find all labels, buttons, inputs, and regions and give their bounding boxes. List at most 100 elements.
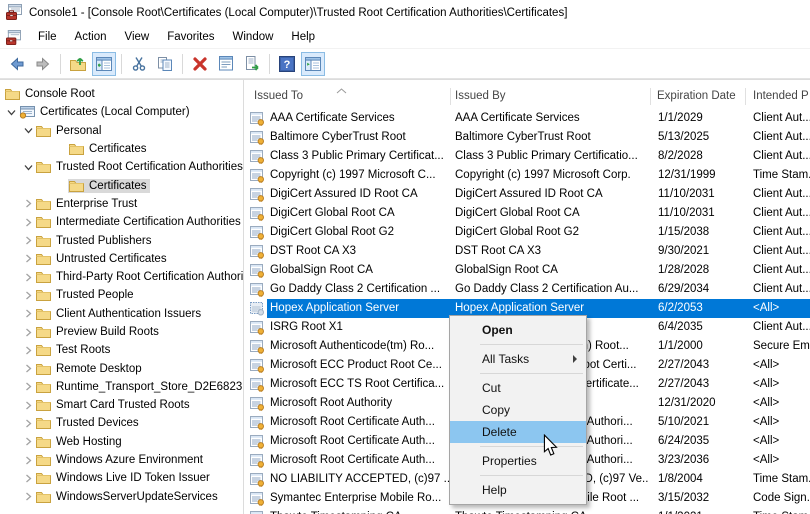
certificate-icon-ghost <box>250 302 265 316</box>
export-list-button[interactable] <box>240 52 264 76</box>
list-row-copyright-c-1997-microsoft-c[interactable]: Copyright (c) 1997 Microsoft C... Copyrig… <box>246 166 810 185</box>
menu-window[interactable]: Window <box>224 28 283 46</box>
cut-button[interactable] <box>127 52 151 76</box>
up-one-level-button[interactable] <box>66 52 90 76</box>
menu-help[interactable]: Help <box>282 28 324 46</box>
tree-item-smart-card-trusted-roots[interactable]: Smart Card Trusted Roots <box>0 396 243 414</box>
context-menu-help[interactable]: Help <box>450 479 586 501</box>
context-menu-all-tasks[interactable]: All Tasks <box>450 348 586 370</box>
expand-chevron[interactable] <box>21 492 35 501</box>
tree-item-windows-azure-environment[interactable]: Windows Azure Environment <box>0 451 243 469</box>
tree-item-windows-live-id-token-issuer[interactable]: Windows Live ID Token Issuer <box>0 469 243 487</box>
column-divider[interactable] <box>650 88 651 105</box>
context-menu-properties-label: Properties <box>482 454 537 468</box>
expand-chevron[interactable] <box>21 474 35 483</box>
certificates-snapin-icon <box>19 105 35 119</box>
column-header-intended-purposes[interactable]: Intended Purposes <box>753 85 809 107</box>
collapse-chevron[interactable] <box>21 126 35 135</box>
list-row-class-3-public-primary-certificat[interactable]: Class 3 Public Primary Certificat... Clas… <box>246 147 810 166</box>
help-button[interactable]: ? <box>275 52 299 76</box>
certificate-icon <box>250 435 265 449</box>
context-menu-open[interactable]: Open <box>450 319 586 341</box>
expand-chevron[interactable] <box>21 199 35 208</box>
tree-item-preview-build-roots[interactable]: Preview Build Roots <box>0 323 243 341</box>
menu-favorites[interactable]: Favorites <box>158 28 223 46</box>
column-header-issued-by[interactable]: Issued By <box>455 85 645 107</box>
intended-purposes-cell: Secure Em... <box>753 340 810 352</box>
tree-item-enterprise-trust[interactable]: Enterprise Trust <box>0 195 243 213</box>
list-row-digicert-global-root-g2[interactable]: DigiCert Global Root G2 DigiCert Global R… <box>246 223 810 242</box>
list-row-digicert-global-root-ca[interactable]: DigiCert Global Root CA DigiCert Global R… <box>246 204 810 223</box>
tree-item-web-hosting[interactable]: Web Hosting <box>0 433 243 451</box>
properties-button[interactable] <box>214 52 238 76</box>
tree-item-remote-desktop[interactable]: Remote Desktop <box>0 359 243 377</box>
show-action-pane-button[interactable] <box>301 51 325 76</box>
expand-chevron[interactable] <box>21 456 35 465</box>
forward-button[interactable] <box>31 52 55 76</box>
menu-view[interactable]: View <box>116 28 159 46</box>
expand-chevron[interactable] <box>21 346 35 355</box>
tree-item-intermediate-certification-authorities[interactable]: Intermediate Certification Authorities <box>0 213 243 231</box>
context-menu-help-label: Help <box>482 483 507 497</box>
list-row-digicert-assured-id-root-ca[interactable]: DigiCert Assured ID Root CA DigiCert Assu… <box>246 185 810 204</box>
expand-chevron[interactable] <box>21 218 35 227</box>
tree-item-label: Certificates (Local Computer) <box>40 106 190 119</box>
tree-item-label: Trusted People <box>56 289 134 302</box>
folder-icon <box>36 381 51 393</box>
list-row-aaa-certificate-services[interactable]: AAA Certificate Services AAA Certificate … <box>246 109 810 128</box>
column-divider[interactable] <box>745 88 746 105</box>
expand-chevron[interactable] <box>21 328 35 337</box>
expand-chevron[interactable] <box>21 236 35 245</box>
collapse-chevron[interactable] <box>21 163 35 172</box>
tree-item-console-root[interactable]: Console Root <box>0 85 243 103</box>
tree-item-certificates[interactable]: Certificates <box>0 176 243 194</box>
tree-item-certificates-local-computer[interactable]: Certificates (Local Computer) <box>0 103 243 121</box>
delete-button[interactable] <box>188 52 212 76</box>
certificate-icon <box>250 131 265 145</box>
context-menu-properties[interactable]: Properties <box>450 450 586 472</box>
expand-chevron[interactable] <box>21 291 35 300</box>
list-row-baltimore-cybertrust-root[interactable]: Baltimore CyberTrust Root Baltimore Cyber… <box>246 128 810 147</box>
tree-item-test-roots[interactable]: Test Roots <box>0 341 243 359</box>
toolbar-separator <box>182 53 183 74</box>
expand-chevron-icon <box>25 199 31 208</box>
list-row-globalsign-root-ca[interactable]: GlobalSign Root CA GlobalSign Root CA 1/28… <box>246 261 810 280</box>
tree-item-trusted-devices[interactable]: Trusted Devices <box>0 414 243 432</box>
context-menu-cut[interactable]: Cut <box>450 377 586 399</box>
list-row-dst-root-ca-x3[interactable]: DST Root CA X3 DST Root CA X3 9/30/2021 Cli… <box>246 242 810 261</box>
tree-item-windowsserverupdateservices[interactable]: WindowsServerUpdateServices <box>0 488 243 506</box>
back-button[interactable] <box>5 52 29 76</box>
tree-item-personal[interactable]: Personal <box>0 122 243 140</box>
tree-item-trusted-people[interactable]: Trusted People <box>0 286 243 304</box>
column-header-expiration-date[interactable]: Expiration Date <box>657 85 745 107</box>
menu-file[interactable]: File <box>29 28 66 46</box>
tree-item-runtime-transport-store-d2e6823[interactable]: Runtime_Transport_Store_D2E6823 <box>0 378 243 396</box>
column-header-issued-to[interactable]: Issued To <box>254 85 444 107</box>
context-menu-copy[interactable]: Copy <box>450 399 586 421</box>
copy-button[interactable] <box>153 52 177 76</box>
expand-chevron[interactable] <box>21 437 35 446</box>
tree-item-client-authentication-issuers[interactable]: Client Authentication Issuers <box>0 305 243 323</box>
issued-to-cell: Microsoft Root Authority <box>270 397 393 409</box>
folder-icon <box>69 143 84 156</box>
list-row-go-daddy-class-2-certification[interactable]: Go Daddy Class 2 Certification ... Go Dad… <box>246 280 810 299</box>
menu-action[interactable]: Action <box>66 28 116 46</box>
tree-item-third-party-root-certification-authorities[interactable]: Third-Party Root Certification Authoriti… <box>0 268 243 286</box>
expand-chevron[interactable] <box>21 254 35 263</box>
column-divider[interactable] <box>450 88 451 105</box>
expand-chevron[interactable] <box>21 273 35 282</box>
expand-chevron[interactable] <box>21 364 35 373</box>
expand-chevron[interactable] <box>21 309 35 318</box>
tree-item-trusted-publishers[interactable]: Trusted Publishers <box>0 231 243 249</box>
tree-item-trusted-root-certification-authorities[interactable]: Trusted Root Certification Authorities <box>0 158 243 176</box>
show-console-tree-button[interactable] <box>92 51 116 76</box>
expand-chevron[interactable] <box>21 419 35 428</box>
expiration-date-cell: 1/1/2021 <box>658 508 748 514</box>
list-row-thawte-timestamping-ca[interactable]: Thawte Timestamping CA Thawte Timestampin… <box>246 508 810 514</box>
expand-chevron[interactable] <box>21 401 35 410</box>
expand-chevron[interactable] <box>21 382 35 391</box>
collapse-chevron[interactable] <box>4 108 18 117</box>
context-menu-delete[interactable]: Delete <box>450 421 586 443</box>
tree-item-certificates[interactable]: Certificates <box>0 140 243 158</box>
tree-item-untrusted-certificates[interactable]: Untrusted Certificates <box>0 250 243 268</box>
